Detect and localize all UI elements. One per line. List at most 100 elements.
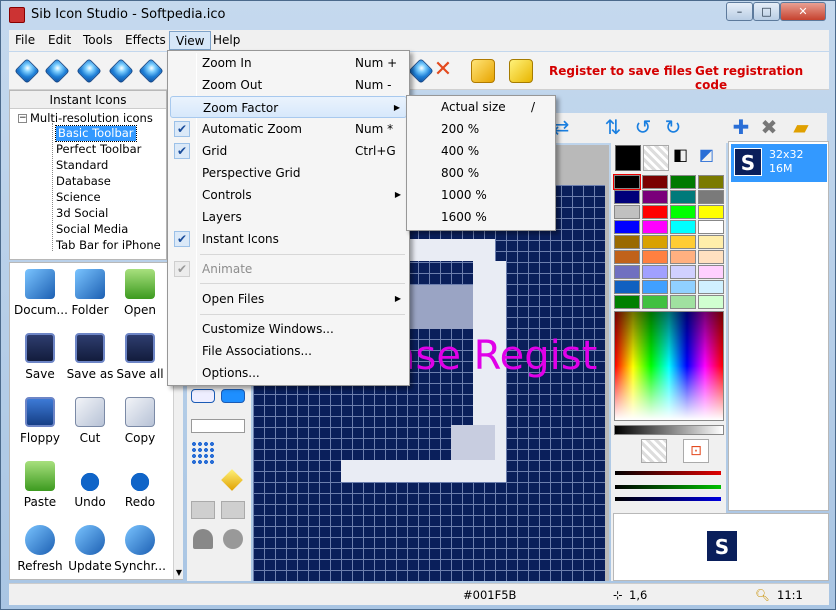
open-gem-icon[interactable] (44, 58, 70, 84)
register-key-icon[interactable] (509, 59, 533, 83)
grid-item-refresh[interactable]: Refresh (14, 521, 66, 581)
view-menu-item-options[interactable]: Options... (170, 362, 407, 384)
color-swatch[interactable] (614, 295, 640, 309)
color-swatch[interactable] (614, 280, 640, 294)
view-menu-item-zoom-factor[interactable]: Zoom Factor ▶ (170, 96, 407, 118)
tree-root-item[interactable]: − Multi-resolution icons (18, 111, 153, 125)
tree-collapse-icon[interactable]: − (18, 114, 27, 123)
view-menu-item-file-associations[interactable]: File Associations... (170, 340, 407, 362)
grid-item-save-all[interactable]: Save all (114, 329, 166, 389)
color-swatch[interactable] (670, 295, 696, 309)
color-swatch[interactable] (698, 250, 724, 264)
grid-item-paste[interactable]: Paste (14, 457, 66, 517)
import-gem-icon[interactable] (138, 58, 164, 84)
color-swatch[interactable] (698, 295, 724, 309)
rotate-left-icon[interactable]: ↺ (631, 115, 655, 139)
dropper-icon[interactable] (223, 529, 243, 549)
tree-item-science[interactable]: Science (56, 190, 101, 205)
add-image-icon[interactable]: ✚ (729, 115, 753, 139)
rounded-rect-outline-icon[interactable] (191, 389, 215, 403)
menu-file[interactable]: File (9, 31, 41, 50)
no-color-icon[interactable]: ⊡ (683, 439, 709, 463)
scroll-down-arrow-icon[interactable]: ▼ (174, 568, 184, 577)
color-swatch[interactable] (642, 190, 668, 204)
view-menu-item-grid[interactable]: ✔ Grid Ctrl+G (170, 140, 407, 162)
grid-item-synchronize[interactable]: Synchr... (114, 521, 166, 581)
bucket-fill-icon[interactable] (193, 529, 213, 549)
delete-x-icon[interactable]: ✕ (431, 58, 455, 82)
view-menu-item-layers[interactable]: Layers (170, 206, 407, 228)
color-swatch[interactable] (614, 265, 640, 279)
grid-item-floppy[interactable]: Floppy (14, 393, 66, 453)
color-swatch[interactable] (670, 190, 696, 204)
grid-item-folder[interactable]: Folder (64, 265, 116, 325)
reset-colors-icon[interactable]: ◩ (699, 145, 721, 167)
color-swatch[interactable] (642, 235, 668, 249)
zoom-item-800[interactable]: 800 % (409, 162, 553, 184)
color-swatch[interactable] (614, 190, 640, 204)
new-gem-icon[interactable] (14, 58, 40, 84)
color-swatch[interactable] (642, 295, 668, 309)
grid-item-update[interactable]: Update (64, 521, 116, 581)
layers-stack-icon[interactable]: ▰ (789, 115, 813, 139)
color-swatch[interactable] (642, 250, 668, 264)
tree-item-tab-bar-iphone[interactable]: Tab Bar for iPhone (56, 238, 161, 253)
zoom-item-1600[interactable]: 1600 % (409, 206, 553, 228)
rotate-right-icon[interactable]: ↻ (661, 115, 685, 139)
color-swatch[interactable] (642, 220, 668, 234)
view-menu-item-controls[interactable]: Controls ▶ (170, 184, 407, 206)
color-swatch[interactable] (613, 174, 641, 190)
layer-copy-icon[interactable] (191, 501, 215, 519)
minimize-button[interactable]: – (726, 2, 753, 21)
line-width-selector[interactable] (191, 419, 245, 433)
spray-pattern-icon[interactable] (191, 441, 215, 465)
green-channel-slider[interactable] (615, 485, 721, 489)
color-swatch[interactable] (614, 205, 640, 219)
blue-channel-slider[interactable] (615, 497, 721, 501)
paint-bucket-icon[interactable] (471, 59, 495, 83)
menu-edit[interactable]: Edit (42, 31, 77, 50)
color-swatch[interactable] (698, 235, 724, 249)
eraser-icon[interactable] (221, 469, 243, 491)
view-menu-item-open-files[interactable]: Open Files ▶ (170, 288, 407, 310)
grid-item-cut[interactable]: Cut (64, 393, 116, 453)
grid-item-save-as[interactable]: Save as (64, 329, 116, 389)
color-swatch[interactable] (670, 250, 696, 264)
red-channel-slider[interactable] (615, 471, 721, 475)
color-swatch[interactable] (642, 175, 668, 189)
close-button[interactable]: ✕ (780, 2, 826, 21)
register-to-save-link[interactable]: Register to save files (549, 64, 692, 78)
swap-colors-icon[interactable]: ◧ (673, 145, 695, 167)
grid-item-document[interactable]: Docum... (14, 265, 68, 325)
color-swatch[interactable] (698, 220, 724, 234)
remove-image-icon[interactable]: ✖ (757, 115, 781, 139)
maximize-button[interactable]: □ (753, 2, 780, 21)
transparent-color[interactable] (643, 145, 669, 171)
color-swatch[interactable] (670, 220, 696, 234)
extract-gem-icon[interactable] (408, 58, 434, 84)
grid-item-undo[interactable]: Undo (64, 457, 116, 517)
color-swatch[interactable] (670, 205, 696, 219)
color-swatch[interactable] (698, 265, 724, 279)
zoom-item-1000[interactable]: 1000 % (409, 184, 553, 206)
image-format-item-selected[interactable]: S 32x32 16M (731, 144, 827, 182)
view-menu-item-perspective-grid[interactable]: Perspective Grid (170, 162, 407, 184)
color-swatch[interactable] (642, 205, 668, 219)
color-swatch[interactable] (698, 280, 724, 294)
tree-item-3d-social[interactable]: 3d Social (56, 206, 108, 221)
zoom-item-actual-size[interactable]: Actual size / (409, 96, 553, 118)
zoom-item-200[interactable]: 200 % (409, 118, 553, 140)
view-menu-item-zoom-in[interactable]: Zoom In Num + (170, 52, 407, 74)
alpha-preview[interactable] (641, 439, 667, 463)
get-registration-code-link[interactable]: Get registration code (695, 64, 829, 92)
tree-item-database[interactable]: Database (56, 174, 111, 189)
color-swatch[interactable] (698, 190, 724, 204)
color-swatch[interactable] (698, 205, 724, 219)
color-spectrum[interactable] (614, 311, 724, 421)
title-bar[interactable]: Sib Icon Studio - Softpedia.ico – □ ✕ (1, 1, 835, 29)
color-swatch[interactable] (614, 235, 640, 249)
tree-item-standard[interactable]: Standard (56, 158, 108, 173)
color-swatch[interactable] (642, 265, 668, 279)
grid-item-open[interactable]: Open (114, 265, 166, 325)
view-menu-item-zoom-out[interactable]: Zoom Out Num - (170, 74, 407, 96)
